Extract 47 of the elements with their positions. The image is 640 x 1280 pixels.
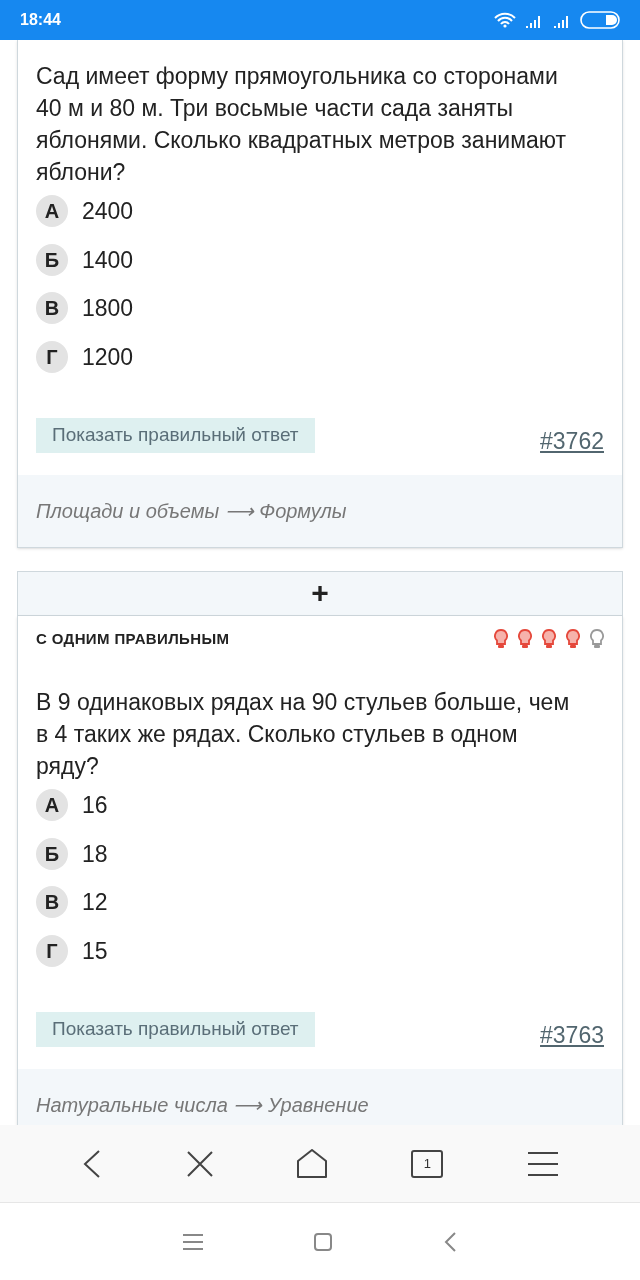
option-letter: Г [36, 934, 68, 967]
option-letter: Б [36, 837, 68, 870]
battery-icon [580, 11, 620, 29]
option-text: 1200 [82, 342, 134, 372]
add-button[interactable]: + [17, 570, 623, 616]
wifi-icon [494, 12, 516, 28]
answer-option[interactable]: В 12 [36, 885, 604, 920]
answer-option[interactable]: Г 15 [36, 933, 604, 968]
answer-option[interactable]: Г 1200 [36, 339, 604, 374]
question-number-link[interactable]: #3762 [540, 424, 604, 459]
bulb-icon [542, 628, 556, 649]
show-answer-button[interactable]: Показать правильный ответ [36, 1011, 315, 1047]
question-number-link[interactable]: #3763 [540, 1018, 604, 1053]
option-letter: Б [36, 243, 68, 276]
option-letter: А [36, 195, 68, 228]
menu-icon[interactable] [527, 1150, 558, 1177]
option-letter: Г [36, 340, 68, 373]
option-text: 1400 [82, 245, 134, 275]
answer-option[interactable]: А 16 [36, 788, 604, 823]
home-icon[interactable] [296, 1148, 327, 1179]
square-icon[interactable] [313, 1231, 333, 1252]
answer-option[interactable]: Б 1400 [36, 242, 604, 277]
option-text: 1800 [82, 294, 134, 323]
topic-path[interactable]: Натуральные числа ⟶ Уравнение [36, 1089, 369, 1120]
question-text: Сад имеет форму прямоугольника со сторонами 40 м и 80 м. Три восьмые части сада заняты яблонями. Сколько квадратных метров занимают яблони? [35, 62, 568, 187]
question-type: С ОДНИМ ПРАВИЛЬНЫМ [36, 628, 230, 649]
option-letter: А [36, 789, 68, 822]
option-text: 12 [82, 888, 108, 917]
close-icon[interactable] [186, 1150, 213, 1177]
bulb-icon [494, 628, 508, 649]
bulb-icon [518, 628, 532, 649]
option-text: 16 [82, 791, 108, 820]
question-text: В 9 одинаковых рядах на 90 стульев больше, чем в 4 таких же рядах. Сколько стульев в одном ряду? [35, 688, 571, 781]
option-text: 18 [82, 839, 108, 869]
clock-time: 18:44 [20, 10, 61, 30]
tab-count-button[interactable]: 1 [411, 1149, 444, 1178]
answer-option[interactable]: А 2400 [36, 194, 604, 229]
option-letter: В [36, 292, 68, 325]
show-answer-button[interactable]: Показать правильный ответ [36, 417, 315, 453]
option-text: 15 [82, 936, 108, 966]
option-text: 2400 [82, 197, 134, 226]
bulb-icon [566, 628, 580, 649]
topic-path[interactable]: Площади и объемы ⟶ Формулы [36, 495, 347, 526]
answer-option[interactable]: Б 18 [36, 836, 604, 871]
bulb-icon [590, 628, 604, 649]
option-letter: В [36, 886, 68, 919]
answer-option[interactable]: В 1800 [36, 291, 604, 326]
